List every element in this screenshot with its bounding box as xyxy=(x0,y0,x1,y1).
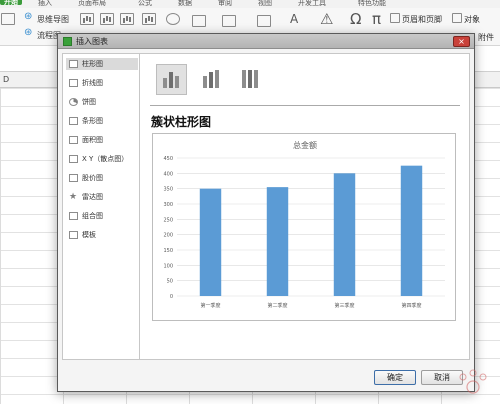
pie-chart-icon xyxy=(69,98,78,106)
chart-preview-panel: 簇状柱形图 总金额 0 50 100 150 200 250 300 350 400 450 第一季… xyxy=(140,53,470,360)
sidebar-item-stock[interactable]: 股价图 xyxy=(66,172,138,184)
sidebar-item-pie[interactable]: 饼图 xyxy=(66,96,138,108)
mindmap-button[interactable]: 思维导图 xyxy=(37,14,69,25)
flowchart-icon: ⊛ xyxy=(24,27,33,38)
header-footer-icon xyxy=(390,13,400,23)
tab-insert[interactable]: 插入 xyxy=(38,0,52,8)
sidebar-item-label: 股价图 xyxy=(82,174,103,182)
tab-view[interactable]: 视图 xyxy=(258,0,272,8)
y-tick-label: 150 xyxy=(163,248,173,254)
sidebar-item-line[interactable]: 折线图 xyxy=(66,77,138,89)
chart-type-list: 柱形图 折线图 饼图 条形图 面积图 X Y（散点图） 股价图 ★ 雷达图 组合… xyxy=(62,53,140,360)
bar xyxy=(199,188,222,296)
column-chart-icon xyxy=(69,60,78,68)
y-tick-label: 0 xyxy=(170,294,173,300)
dialog-title: 插入图表 xyxy=(76,37,108,46)
sidebar-item-bar[interactable]: 条形图 xyxy=(66,115,138,127)
sidebar-item-scatter[interactable]: X Y（散点图） xyxy=(66,153,138,165)
bar xyxy=(266,187,289,296)
tab-start[interactable]: 开始 xyxy=(0,0,22,6)
column-chart-icon[interactable] xyxy=(80,13,94,25)
stock-chart-icon xyxy=(69,174,78,182)
scatter-chart-icon[interactable] xyxy=(142,13,156,25)
combo-chart-icon xyxy=(69,212,78,220)
paw-watermark-icon xyxy=(459,369,487,394)
sidebar-item-radar[interactable]: ★ 雷达图 xyxy=(66,191,138,203)
sidebar-item-area[interactable]: 面积图 xyxy=(66,134,138,146)
y-tick-label: 400 xyxy=(163,171,173,177)
y-tick-label: 250 xyxy=(163,217,173,223)
symbol-icon[interactable]: Ω xyxy=(350,10,361,28)
x-tick-label: 第一季度 xyxy=(200,302,220,309)
sidebar-item-label: 饼图 xyxy=(82,98,96,106)
tab-special[interactable]: 特色功能 xyxy=(358,0,386,8)
object-button[interactable]: 对象 xyxy=(464,14,480,25)
y-tick-label: 300 xyxy=(163,202,173,208)
line-chart-icon[interactable] xyxy=(100,13,114,25)
app-logo-icon xyxy=(63,37,72,46)
area-chart-icon xyxy=(69,136,78,144)
column-letter[interactable]: D xyxy=(3,75,9,84)
header-footer-button[interactable]: 页眉和页脚 xyxy=(402,14,442,25)
x-tick-label: 第四季度 xyxy=(401,302,421,309)
y-tick-label: 450 xyxy=(163,156,173,162)
object-icon xyxy=(452,13,462,23)
scatter-chart-icon xyxy=(69,155,78,163)
attachment-button[interactable]: 附件 xyxy=(478,32,494,43)
x-tick-label: 第三季度 xyxy=(334,302,354,309)
wordart-icon[interactable]: A xyxy=(290,12,298,26)
line-chart-icon xyxy=(69,79,78,87)
shape-icon[interactable]: ⚠ xyxy=(320,10,333,28)
sidebar-item-combo[interactable]: 组合图 xyxy=(66,210,138,222)
tab-review[interactable]: 审阅 xyxy=(218,0,232,8)
bar xyxy=(333,173,356,296)
radar-chart-icon: ★ xyxy=(69,192,78,202)
y-tick-label: 350 xyxy=(163,187,173,193)
bar-chart-icon[interactable] xyxy=(120,13,134,25)
ribbon-tab-bar: 开始 插入 页面布局 公式 数据 审阅 视图 开发工具 特色功能 xyxy=(0,0,500,8)
table-icon[interactable] xyxy=(1,13,15,25)
tab-page-layout[interactable]: 页面布局 xyxy=(78,0,106,8)
mindmap-icon: ⊛ xyxy=(24,11,33,22)
sidebar-item-label: 折线图 xyxy=(82,79,103,87)
other-chart-icon[interactable] xyxy=(166,13,180,25)
tab-formula[interactable]: 公式 xyxy=(138,0,152,8)
sidebar-item-label: 模板 xyxy=(82,231,96,239)
tab-data[interactable]: 数据 xyxy=(178,0,192,8)
chart-title: 总金额 xyxy=(293,140,317,150)
y-tick-label: 50 xyxy=(167,279,173,285)
ok-button[interactable]: 确定 xyxy=(374,370,416,385)
clustered-column-icon[interactable] xyxy=(156,64,187,95)
sidebar-item-label: X Y（散点图） xyxy=(82,155,129,163)
picture-icon[interactable] xyxy=(257,15,271,27)
insert-chart-dialog: 插入图表 × 柱形图 折线图 饼图 条形图 面积图 X Y（散点图） 股价图 ★… xyxy=(57,33,487,394)
sidebar-item-label: 柱形图 xyxy=(82,60,103,68)
sidebar-item-template[interactable]: 模板 xyxy=(66,229,138,241)
tab-developer[interactable]: 开发工具 xyxy=(298,0,326,8)
template-icon xyxy=(69,231,78,239)
x-tick-label: 第二季度 xyxy=(267,302,287,309)
chart-canvas: 总金额 0 50 100 150 200 250 300 350 400 450 第一季度 第二季度 第… xyxy=(163,140,445,309)
sidebar-item-label: 条形图 xyxy=(82,117,103,125)
bar-chart-icon xyxy=(69,117,78,125)
sidebar-item-column[interactable]: 柱形图 xyxy=(66,58,138,70)
sidebar-item-label: 组合图 xyxy=(82,212,103,220)
dialog-titlebar[interactable]: 插入图表 × xyxy=(58,34,474,49)
textbox-icon[interactable] xyxy=(192,15,206,27)
percent-stacked-column-icon[interactable] xyxy=(234,64,265,95)
chart-subtype-title: 簇状柱形图 xyxy=(151,115,212,129)
smartart-icon[interactable] xyxy=(222,15,236,27)
equation-icon[interactable]: π xyxy=(372,10,381,28)
y-tick-label: 200 xyxy=(163,233,173,239)
close-button[interactable]: × xyxy=(453,36,470,47)
bar xyxy=(400,165,423,296)
divider xyxy=(150,105,460,106)
sidebar-item-label: 雷达图 xyxy=(82,193,103,201)
y-tick-label: 100 xyxy=(163,263,173,269)
sidebar-item-label: 面积图 xyxy=(82,136,103,144)
stacked-column-icon[interactable] xyxy=(195,64,226,95)
chart-preview: 总金额 0 50 100 150 200 250 300 350 400 450 第一季度 第二季度 第… xyxy=(152,133,456,321)
